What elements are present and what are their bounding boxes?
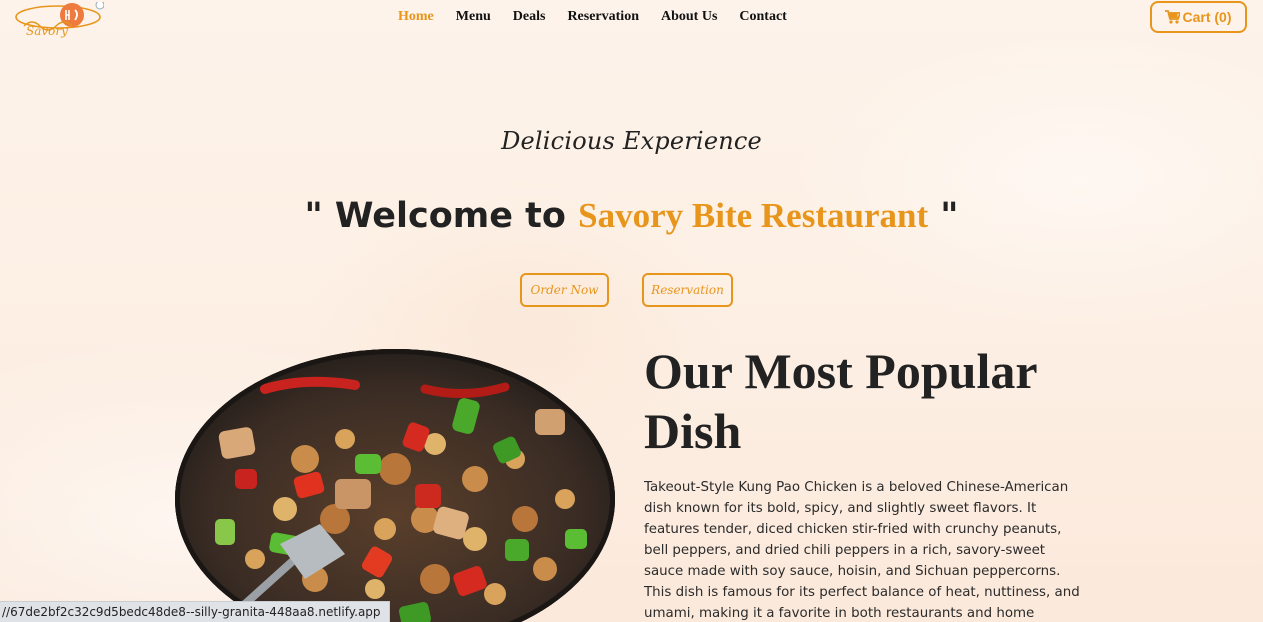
reservation-button[interactable]: Reservation <box>642 273 733 307</box>
nav-link-reservation[interactable]: Reservation <box>567 9 639 25</box>
popular-dish-image <box>175 349 615 622</box>
svg-text:Savory: Savory <box>26 24 68 38</box>
welcome-suffix: " <box>928 196 959 236</box>
nav-link-menu[interactable]: Menu <box>456 9 491 25</box>
cart-button[interactable]: Cart (0) <box>1150 1 1247 33</box>
hero-tagline: Delicious Experience <box>501 127 762 155</box>
popular-dish-title: Our Most Popular Dish <box>644 343 1037 459</box>
cart-label: Cart (0) <box>1182 9 1232 25</box>
welcome-heading: " Welcome to Savory Bite Restaurant " <box>0 196 1263 236</box>
nav-link-deals[interactable]: Deals <box>513 9 546 25</box>
order-now-button[interactable]: Order Now <box>520 273 609 307</box>
nav-link-contact[interactable]: Contact <box>739 9 786 25</box>
welcome-prefix: " Welcome to <box>304 196 579 236</box>
nav-link-home[interactable]: Home <box>398 9 434 25</box>
savory-logo[interactable]: Savory <box>12 2 104 38</box>
top-navbar: Savory Home Menu Deals Reservation About… <box>0 0 1263 38</box>
main-nav: Home Menu Deals Reservation About Us Con… <box>398 9 809 25</box>
nav-link-about-us[interactable]: About Us <box>661 9 717 25</box>
popular-dish-description: Takeout-Style Kung Pao Chicken is a belo… <box>644 480 1080 621</box>
brand-name: Savory Bite Restaurant <box>578 196 929 235</box>
browser-status-url: //67de2bf2c32c9d5bedc48de8--silly-granit… <box>0 601 390 622</box>
cart-icon <box>1165 10 1182 24</box>
